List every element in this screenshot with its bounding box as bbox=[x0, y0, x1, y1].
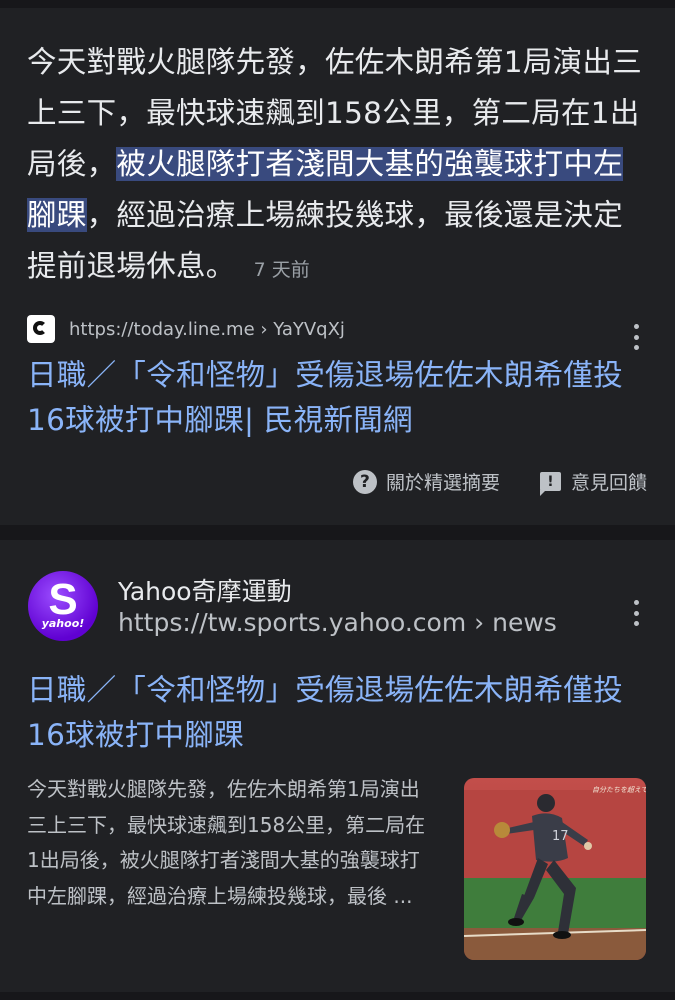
jersey-number: 17 bbox=[552, 829, 569, 844]
about-snippet-link[interactable]: 關於精選摘要 bbox=[386, 468, 500, 495]
snippet-text-after: ，經過治療上場練投幾球，最後還是決定提前退場休息。 bbox=[27, 198, 624, 283]
thumbnail-caption: 自分たちを超えてゆく。 bbox=[592, 786, 646, 794]
logo-word: yahoo! bbox=[41, 617, 85, 630]
result-title[interactable]: 日職／「令和怪物」受傷退場佐佐木朗希僅投16球被打中腳踝 bbox=[27, 668, 647, 758]
result-thumbnail[interactable]: 17 自分たちを超えてゆく。 bbox=[464, 778, 646, 960]
snippet-actions: ? 關於精選摘要 ! 意見回饋 bbox=[352, 468, 647, 496]
site-name[interactable]: Yahoo奇摩運動 bbox=[118, 572, 292, 608]
feedback-icon[interactable]: ! bbox=[539, 472, 561, 496]
baseball-pitcher-image: 17 自分たちを超えてゆく。 bbox=[464, 778, 646, 960]
more-vert-icon[interactable] bbox=[631, 324, 641, 350]
help-circle-icon[interactable]: ? bbox=[352, 469, 377, 494]
snippet-age: 7 天前 bbox=[253, 259, 310, 281]
result-snippet: 今天對戰火腿隊先發，佐佐木朗希第1局演出三上三下，最快球速飆到158公里，第二局… bbox=[27, 777, 426, 908]
source-url[interactable]: https://today.line.me › YaYVqXj bbox=[69, 319, 345, 340]
line-today-icon bbox=[27, 315, 55, 343]
site-url[interactable]: https://tw.sports.yahoo.com › news bbox=[118, 608, 557, 637]
featured-result-title[interactable]: 日職／「令和怪物」受傷退場佐佐木朗希僅投16球被打中腳踝| 民視新聞網 bbox=[27, 353, 647, 443]
feedback-link[interactable]: 意見回饋 bbox=[571, 468, 647, 495]
search-result-card: S yahoo! Yahoo奇摩運動 https://tw.sports.yah… bbox=[0, 540, 675, 992]
source-row[interactable]: https://today.line.me › YaYVqXj bbox=[27, 314, 345, 344]
featured-snippet-text: 今天對戰火腿隊先發，佐佐木朗希第1局演出三上三下，最快球速飆到158公里，第二局… bbox=[27, 37, 652, 296]
yahoo-sports-logo[interactable]: S yahoo! bbox=[28, 571, 98, 641]
more-vert-icon[interactable] bbox=[631, 600, 641, 626]
featured-snippet-card: 今天對戰火腿隊先發，佐佐木朗希第1局演出三上三下，最快球速飆到158公里，第二局… bbox=[0, 8, 675, 525]
